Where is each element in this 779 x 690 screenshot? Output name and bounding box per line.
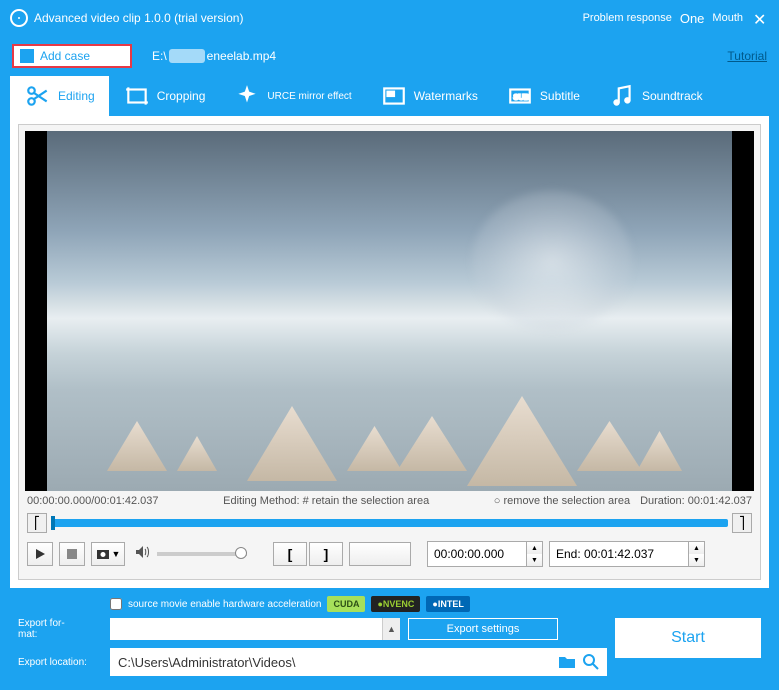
- crop-icon: [123, 83, 151, 109]
- volume-icon[interactable]: [135, 545, 151, 564]
- scissors-icon: [24, 83, 52, 109]
- export-location-input[interactable]: [110, 648, 555, 676]
- path-suffix: eneelab.mp4: [207, 49, 276, 63]
- timeline-playhead[interactable]: [51, 516, 55, 530]
- tab-label: URCE mirror effect: [267, 91, 351, 102]
- tab-label: Watermarks: [414, 89, 478, 103]
- duration-text: Duration: 00:01:42.037: [640, 495, 752, 507]
- cuda-badge: CUDA: [327, 596, 365, 612]
- set-end-button[interactable]: ]: [309, 542, 343, 566]
- close-icon[interactable]: ✕: [753, 10, 769, 26]
- svg-text:SUB: SUB: [513, 92, 529, 101]
- one-link[interactable]: One: [680, 11, 705, 26]
- intel-badge: ● INTEL: [426, 596, 469, 612]
- timeline[interactable]: [51, 519, 728, 527]
- set-start-button[interactable]: [: [273, 542, 307, 566]
- bottom-panel: source movie enable hardware acceleratio…: [0, 588, 779, 688]
- export-settings-button[interactable]: Export settings: [408, 618, 558, 640]
- tab-label: Cropping: [157, 89, 206, 103]
- tabs: Editing Cropping URCE mirror effect Wate…: [0, 76, 779, 116]
- tab-effects[interactable]: URCE mirror effect: [219, 76, 365, 116]
- tab-label: Subtitle: [540, 89, 580, 103]
- video-preview[interactable]: [25, 131, 754, 491]
- start-button[interactable]: Start: [615, 618, 761, 658]
- mark-in-button[interactable]: ⎡: [27, 513, 47, 533]
- tab-editing[interactable]: Editing: [10, 76, 109, 116]
- hw-accel-checkbox[interactable]: [110, 598, 122, 610]
- position-text: 00:00:00.000/00:01:42.037: [27, 495, 159, 507]
- subtitle-icon: SUB: [506, 83, 534, 109]
- add-case-icon: [20, 49, 34, 63]
- end-time-field[interactable]: End: 00:01:42.037: [549, 541, 689, 567]
- folder-icon[interactable]: [555, 650, 579, 674]
- end-time-spinner[interactable]: ▲▼: [689, 541, 705, 567]
- controls: ▼ [ ] 00:00:00.000 ▲▼ End: 00:01:42.037 …: [25, 535, 754, 573]
- file-path: E:\ eneelab.mp4: [152, 49, 276, 63]
- export-format-select[interactable]: ▲: [110, 618, 400, 640]
- play-button[interactable]: [27, 542, 53, 566]
- method-retain[interactable]: Editing Method: # retain the selection a…: [169, 495, 484, 507]
- info-row: 00:00:00.000/00:01:42.037 Editing Method…: [25, 491, 754, 511]
- sparkle-icon: [233, 83, 261, 109]
- mark-out-button[interactable]: ⎤: [732, 513, 752, 533]
- export-format-label: Export for- mat:: [18, 618, 102, 640]
- watermark-icon: [380, 83, 408, 109]
- volume-slider[interactable]: [157, 552, 247, 556]
- nvenc-badge: ● NVENC: [371, 596, 420, 612]
- tab-subtitle[interactable]: SUB Subtitle: [492, 76, 594, 116]
- add-case-button[interactable]: Add case: [12, 44, 132, 68]
- add-case-label: Add case: [40, 49, 90, 63]
- start-label: Start: [671, 629, 705, 647]
- timeline-row: ⎡ ⎤: [25, 511, 754, 535]
- hw-accel-row: source movie enable hardware acceleratio…: [18, 596, 761, 612]
- export-location-row: Export location:: [18, 648, 607, 676]
- app-title: Advanced video clip 1.0.0 (trial version…: [34, 11, 243, 25]
- tab-soundtrack[interactable]: Soundtrack: [594, 76, 717, 116]
- problem-response-link[interactable]: Problem response: [583, 12, 672, 24]
- main-panel: 00:00:00.000/00:01:42.037 Editing Method…: [10, 116, 769, 588]
- hw-accel-text: source movie enable hardware acceleratio…: [128, 599, 321, 610]
- start-time-spinner[interactable]: ▲▼: [527, 541, 543, 567]
- search-icon[interactable]: [579, 650, 603, 674]
- tab-cropping[interactable]: Cropping: [109, 76, 220, 116]
- snapshot-button[interactable]: ▼: [91, 542, 125, 566]
- blank-button[interactable]: [349, 542, 411, 566]
- tab-label: Soundtrack: [642, 89, 703, 103]
- titlebar: Advanced video clip 1.0.0 (trial version…: [0, 0, 779, 36]
- preview-wrap: 00:00:00.000/00:01:42.037 Editing Method…: [18, 124, 761, 580]
- export-location-label: Export location:: [18, 657, 102, 668]
- stop-button[interactable]: [59, 542, 85, 566]
- app-icon: [10, 9, 28, 27]
- export-format-row: Export for- mat: ▲ Export settings: [18, 618, 607, 640]
- toolbar: Add case E:\ eneelab.mp4 Tutorial: [0, 36, 779, 76]
- tab-watermarks[interactable]: Watermarks: [366, 76, 492, 116]
- path-prefix: E:\: [152, 49, 167, 63]
- start-time-field[interactable]: 00:00:00.000: [427, 541, 527, 567]
- music-icon: [608, 83, 636, 109]
- method-remove[interactable]: ○ remove the selection area: [494, 495, 630, 507]
- path-blur: [169, 49, 205, 63]
- dropdown-arrow-icon[interactable]: ▲: [382, 618, 400, 640]
- tab-label: Editing: [58, 89, 95, 103]
- mouth-link[interactable]: Mouth: [712, 12, 743, 24]
- tutorial-link[interactable]: Tutorial: [727, 49, 767, 63]
